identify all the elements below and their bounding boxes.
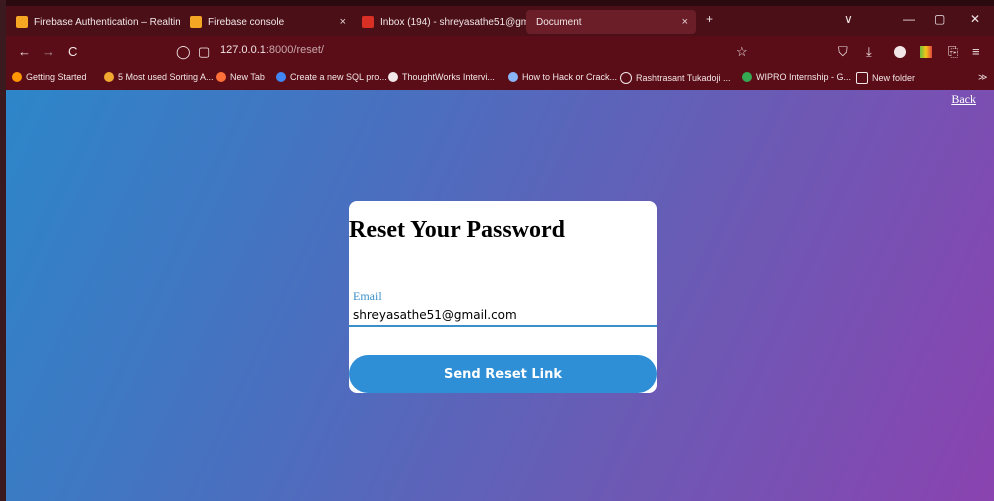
bookmark-item[interactable]: WIPRO Internship - G... — [742, 72, 851, 82]
pocket-icon[interactable]: ⛉ — [838, 44, 848, 60]
email-label: Email — [353, 289, 382, 303]
drive-icon — [742, 72, 752, 82]
tab-title: Inbox (194) - shreyasathe51@gm — [380, 16, 526, 28]
email-field[interactable] — [349, 305, 657, 327]
page-icon: ▢ — [198, 44, 211, 59]
folder-icon — [856, 72, 868, 84]
bookmark-item[interactable]: ThoughtWorks Intervi... — [388, 72, 495, 82]
share-icon[interactable]: ⎘ — [948, 44, 958, 60]
restore-button[interactable]: ▢ — [934, 12, 945, 26]
bookmark-folder[interactable]: New folder — [856, 72, 915, 84]
more-bookmarks-icon[interactable]: ≫ — [978, 72, 987, 83]
tab-title: Firebase console — [208, 16, 285, 28]
tab-firebase-console[interactable]: Firebase console × — [184, 10, 354, 34]
extension-icon[interactable] — [894, 46, 906, 58]
page-title: Reset Your Password — [349, 217, 565, 243]
close-icon[interactable]: × — [682, 16, 688, 28]
globe-icon — [620, 72, 632, 84]
url-host: 127.0.0.1 — [220, 44, 266, 56]
tab-title: Firebase Authentication – Realtim — [34, 16, 180, 28]
firefox-icon — [12, 72, 22, 82]
page-viewport: Back Reset Your Password Email Send Rese… — [6, 90, 994, 501]
gmail-icon — [362, 16, 374, 28]
tab-document[interactable]: Document × — [526, 10, 696, 34]
bookmarks-bar: Getting Started 5 Most used Sorting A...… — [6, 68, 994, 90]
bookmark-item[interactable]: Rashtrasant Tukadoji ... — [620, 72, 731, 84]
tab-bar: Firebase Authentication – Realtim × Fire… — [6, 6, 994, 36]
bookmark-icon — [104, 72, 114, 82]
bookmark-item[interactable]: 5 Most used Sorting A... — [104, 72, 214, 82]
navigation-bar: ← → C ◯ ▢ 127.0.0.1:8000/reset/ ☆ ⛉ ⤓ ⎘ … — [6, 36, 994, 68]
bookmark-icon — [388, 72, 398, 82]
reload-icon[interactable]: C — [68, 44, 77, 59]
firefox-icon — [216, 72, 226, 82]
address-bar[interactable]: 127.0.0.1:8000/reset/ — [220, 44, 324, 56]
chevron-down-icon[interactable]: ∨ — [844, 12, 853, 26]
bookmark-icon — [276, 72, 286, 82]
window-close-button[interactable]: ✕ — [970, 12, 980, 26]
firebase-icon — [16, 16, 28, 28]
tab-gmail-inbox[interactable]: Inbox (194) - shreyasathe51@gm × — [356, 10, 526, 34]
bookmark-icon — [508, 72, 518, 82]
reset-password-card: Reset Your Password Email Send Reset Lin… — [349, 201, 657, 393]
close-icon[interactable]: × — [340, 16, 346, 28]
back-link[interactable]: Back — [951, 92, 976, 107]
forward-arrow-icon[interactable]: → — [42, 44, 55, 59]
extension-icon[interactable] — [920, 46, 932, 58]
url-path: :8000/reset/ — [265, 44, 324, 56]
firebase-icon — [190, 16, 202, 28]
send-reset-link-button[interactable]: Send Reset Link — [349, 355, 657, 393]
minimize-button[interactable]: — — [903, 12, 915, 26]
new-tab-button[interactable]: + — [706, 12, 713, 26]
menu-icon[interactable]: ≡ — [972, 44, 980, 59]
bookmark-item[interactable]: Getting Started — [12, 72, 87, 82]
shield-icon[interactable]: ◯ — [176, 44, 191, 60]
bookmark-item[interactable]: New Tab — [216, 72, 265, 82]
bookmark-item[interactable]: How to Hack or Crack... — [508, 72, 617, 82]
star-icon[interactable]: ☆ — [736, 44, 748, 60]
tab-firebase-auth[interactable]: Firebase Authentication – Realtim × — [10, 10, 180, 34]
bookmark-item[interactable]: Create a new SQL pro... — [276, 72, 387, 82]
download-icon[interactable]: ⤓ — [866, 44, 872, 60]
back-arrow-icon[interactable]: ← — [18, 44, 31, 59]
tab-title: Document — [536, 16, 582, 28]
